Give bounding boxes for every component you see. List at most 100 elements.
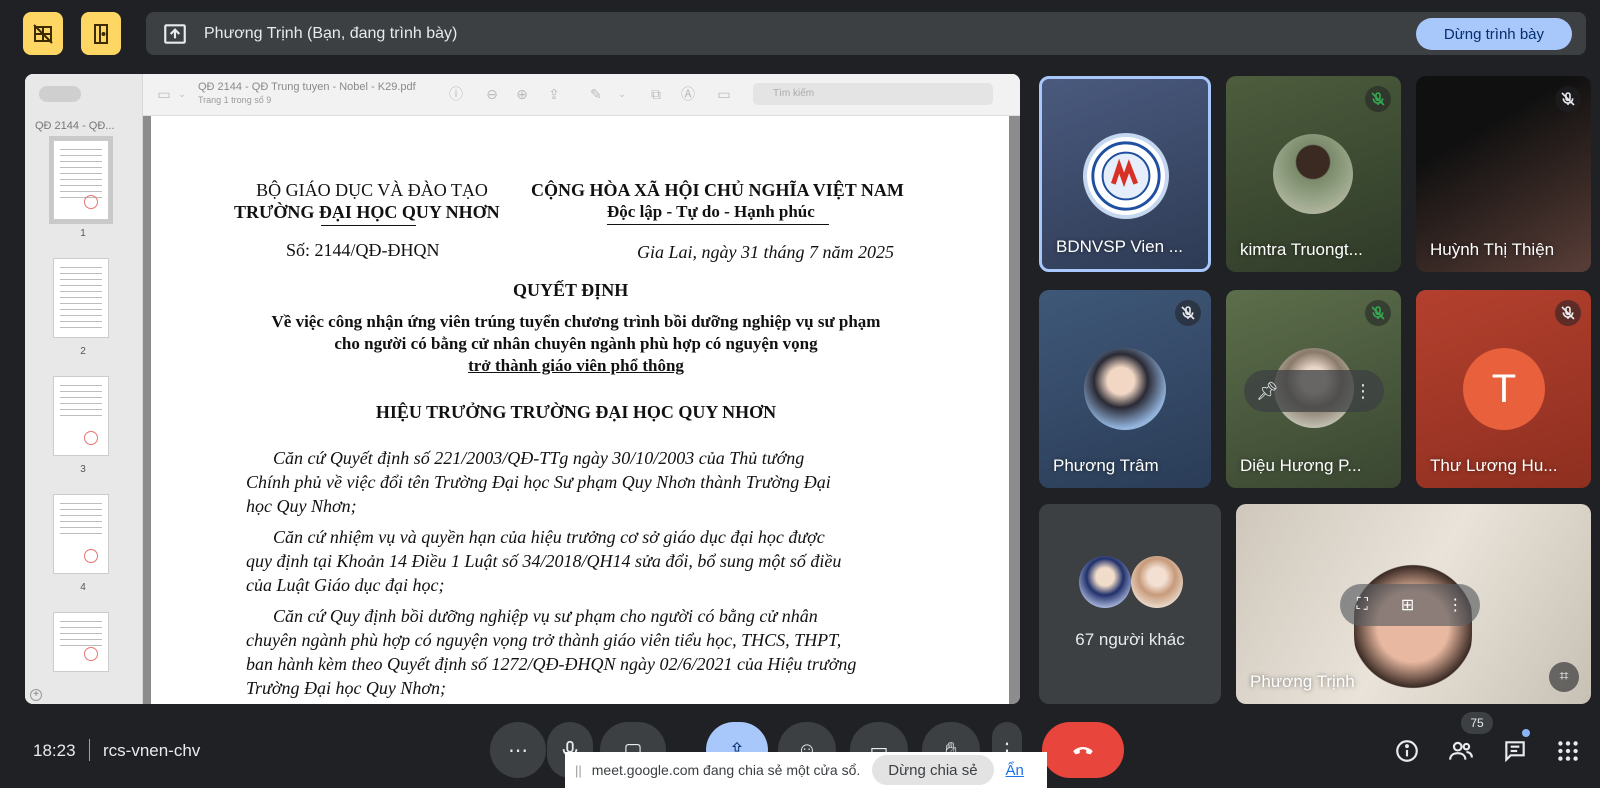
chat-unread-dot	[1522, 729, 1530, 737]
call-end-icon	[1073, 747, 1093, 755]
divider	[321, 225, 416, 226]
pdf-thumbnail-sidebar: QĐ 2144 - QĐ... 1 2 3 4 +	[25, 74, 143, 704]
info-icon	[1396, 740, 1418, 762]
markup-pen-icon[interactable]: ✎	[587, 85, 605, 103]
page-thumbnail-2[interactable]	[53, 258, 109, 338]
participant-avatar	[1079, 556, 1131, 608]
more-options-icon[interactable]: ⋮	[1447, 595, 1463, 615]
sidebar-title: QĐ 2144 - QĐ...	[35, 120, 115, 132]
doc-heading: QUYẾT ĐỊNH	[513, 280, 629, 300]
divider	[89, 739, 90, 761]
meet-app: Phương Trịnh (Bạn, đang trình bày) Dừng …	[0, 0, 1600, 788]
mic-off-icon	[1365, 86, 1391, 112]
pdf-page: BỘ GIÁO DỤC VÀ ĐÀO TẠO TRƯỜNG ĐẠI HỌC QU…	[151, 116, 1009, 704]
participant-tile-bdnvsp[interactable]: BDNVSP Vien ...	[1039, 76, 1211, 272]
zoom-out-icon[interactable]: ⊖	[483, 85, 501, 103]
participant-tile-huynh[interactable]: Huỳnh Thị Thiện	[1416, 76, 1591, 272]
share-notification-bar: || meet.google.com đang chia sẻ một cửa …	[565, 752, 1047, 788]
info-icon[interactable]: ⓘ	[447, 85, 465, 103]
doc-subject-line: trở thành giáo viên phổ thông	[468, 356, 684, 375]
stop-presenting-button[interactable]: Dừng trình bày	[1415, 18, 1572, 50]
share-notice-text: meet.google.com đang chia sẻ một cửa sổ.	[591, 762, 861, 778]
shared-pdf-window: QĐ 2144 - QĐ... 1 2 3 4 + ▭ ⌄ QĐ 2144 - …	[25, 74, 1020, 704]
more-horiz-icon: ⋯	[508, 739, 528, 762]
doc-subject-line: Về việc công nhận ứng viên trúng tuyển c…	[271, 312, 881, 331]
participant-name: Diệu Hương P...	[1240, 456, 1362, 475]
sidebar-icon[interactable]: ▭	[155, 85, 173, 103]
self-tile-controls: ⛶ ⊞ ⋮	[1340, 584, 1480, 626]
doc-nation: CỘNG HÒA XÃ HỘI CHỦ NGHĨA VIỆT NAM	[531, 180, 904, 200]
doc-school: TRƯỜNG ĐẠI HỌC QUY NHƠN	[234, 202, 500, 222]
hide-link[interactable]: Ẩn	[1006, 762, 1024, 779]
add-person-frame-icon[interactable]: ⊞	[1401, 595, 1414, 615]
doc-body-line: ban hành kèm theo Quyết định số 1272/QĐ-…	[246, 654, 857, 674]
participant-tile-kimtra[interactable]: kimtra Truongt...	[1226, 76, 1401, 272]
crop-icon[interactable]: ⌗	[1549, 662, 1579, 692]
doc-body-line: học Quy Nhơn;	[246, 496, 357, 516]
participant-avatar	[1273, 134, 1353, 214]
chevron-down-icon[interactable]: ⌄	[173, 85, 191, 103]
side-panel-button[interactable]	[81, 12, 121, 55]
chat-icon	[1505, 741, 1525, 763]
stamp-icon	[84, 549, 98, 563]
participant-tile-phuong-tram[interactable]: Phương Trâm	[1039, 290, 1211, 488]
apps-grid-icon	[1558, 741, 1578, 761]
doc-number: Số: 2144/QĐ-ĐHQN	[286, 240, 440, 260]
doc-ministry: BỘ GIÁO DỤC VÀ ĐÀO TẠO	[256, 180, 488, 200]
frame-icon[interactable]: ⛶	[1357, 596, 1368, 614]
university-logo	[1083, 133, 1169, 219]
rotate-icon[interactable]: ⧉	[647, 85, 665, 103]
chat-button[interactable]	[1500, 736, 1530, 766]
layout-toggle-button[interactable]	[23, 12, 63, 55]
pdf-toolbar: ▭ ⌄ QĐ 2144 - QĐ Trung tuyen - Nobel - K…	[143, 74, 1020, 116]
self-tile[interactable]: ⛶ ⊞ ⋮ ⌗ Phương Trịnh	[1236, 504, 1591, 704]
participant-avatar	[1084, 348, 1166, 430]
participant-tile-dieu-huong[interactable]: 📌︎ ⋮ Diệu Hương P...	[1226, 290, 1401, 488]
mic-off-icon	[1555, 86, 1581, 112]
grid-off-icon	[33, 23, 53, 44]
annotate-icon[interactable]: Ⓐ	[679, 85, 697, 103]
more-options-icon[interactable]: ⋮	[1354, 381, 1372, 402]
doc-body-line: quy định tại Khoản 14 Điều 1 Luật số 34/…	[246, 551, 842, 571]
doc-date: Gia Lai, ngày 31 tháng 7 năm 2025	[637, 242, 895, 262]
page-thumbnail-4[interactable]	[53, 494, 109, 574]
meeting-code: rcs-vnen-chv	[103, 741, 201, 760]
form-fill-icon[interactable]: ▭	[715, 85, 733, 103]
stamp-icon	[84, 647, 98, 661]
meeting-details-button[interactable]	[1392, 736, 1422, 766]
participant-name: kimtra Truongt...	[1240, 240, 1363, 259]
participant-tile-thu-luong[interactable]: T Thư Lương Hu...	[1416, 290, 1591, 488]
divider	[607, 224, 829, 225]
mic-off-icon	[1175, 300, 1201, 326]
share-icon[interactable]: ⇪	[545, 85, 563, 103]
page-thumbnail-3[interactable]	[53, 376, 109, 456]
sidebar-toggle-button[interactable]	[39, 86, 81, 102]
add-page-icon[interactable]: +	[30, 689, 42, 701]
doc-body-line: của Luật Giáo dục đại học;	[246, 575, 445, 595]
doc-body-line: Căn cứ Quyết định số 221/2003/QĐ-TTg ngà…	[246, 448, 805, 468]
activities-button[interactable]	[1553, 736, 1583, 766]
pin-icon[interactable]: 📌︎	[1256, 381, 1279, 402]
more-actions-button[interactable]: ⋯	[490, 722, 546, 778]
doc-body-line: Chính phủ về việc đổi tên Trường Đại học…	[246, 472, 831, 492]
people-button[interactable]	[1446, 736, 1476, 766]
stop-sharing-button[interactable]: Dừng chia sẻ	[872, 755, 994, 785]
drag-handle-icon[interactable]: ||	[575, 763, 582, 778]
thumbnail-number: 1	[80, 228, 86, 239]
stamp-icon	[84, 431, 98, 445]
thumbnail-number: 3	[80, 464, 86, 475]
pdf-search-input[interactable]: Tìm kiếm	[753, 83, 993, 105]
participant-name: Huỳnh Thị Thiện	[1430, 240, 1555, 259]
others-tile[interactable]: 67 người khác	[1039, 504, 1221, 704]
leave-call-button[interactable]	[1042, 722, 1124, 778]
participant-name: Phương Trâm	[1053, 456, 1159, 475]
participant-avatar	[1131, 556, 1183, 608]
chevron-down-icon[interactable]: ⌄	[613, 85, 631, 103]
participant-count-badge: 75	[1461, 712, 1493, 734]
zoom-in-icon[interactable]: ⊕	[513, 85, 531, 103]
others-count-label: 67 người khác	[1075, 630, 1185, 649]
page-thumbnail-5[interactable]	[53, 612, 109, 672]
thumbnail-number: 4	[80, 582, 86, 593]
participant-name: BDNVSP Vien ...	[1056, 237, 1183, 256]
page-thumbnail-1[interactable]	[49, 136, 113, 224]
